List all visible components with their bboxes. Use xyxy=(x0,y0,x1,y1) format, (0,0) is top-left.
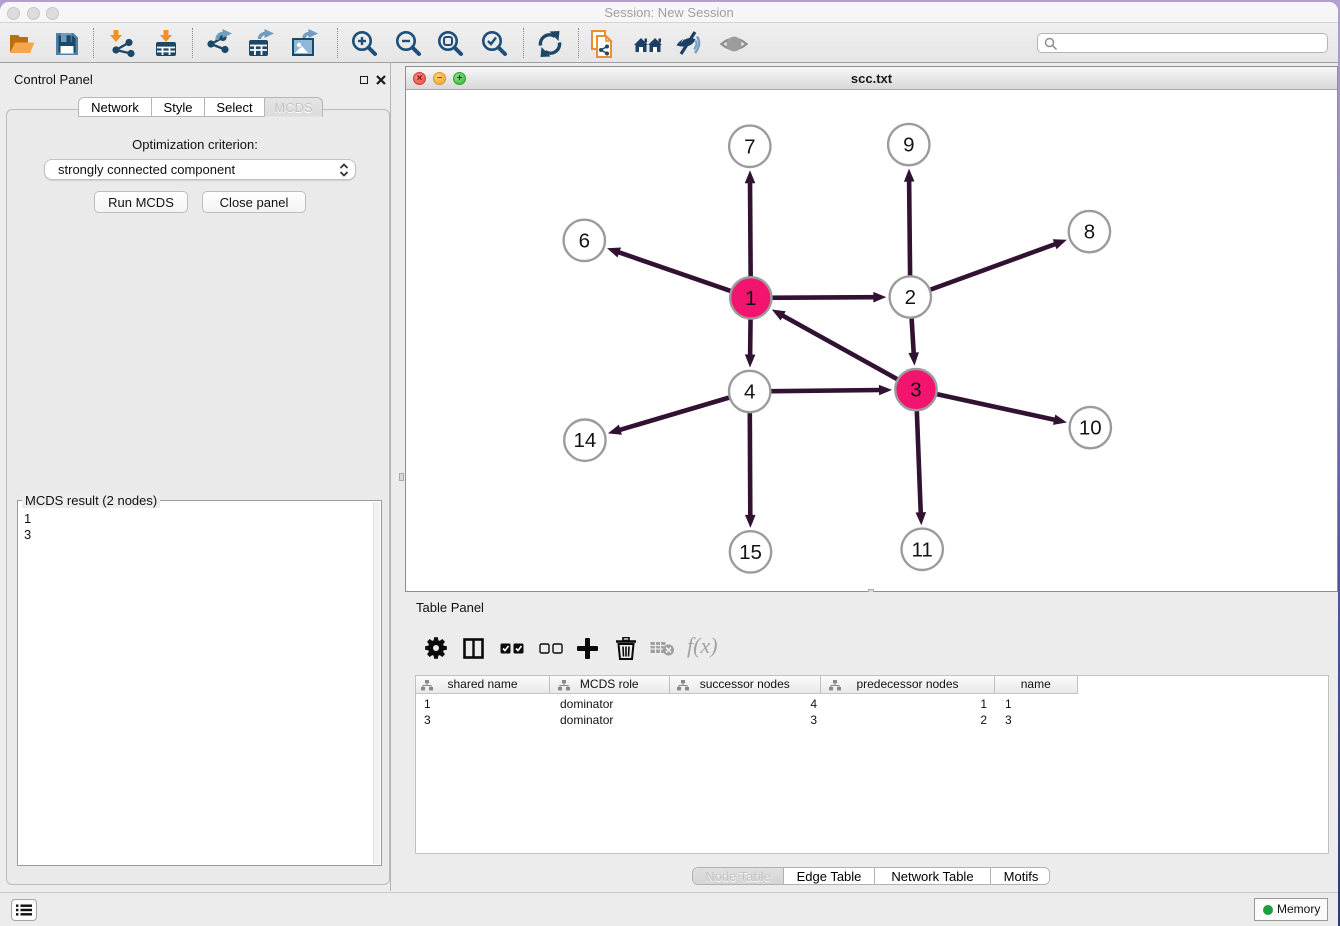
svg-text:11: 11 xyxy=(912,538,933,561)
svg-text:3: 3 xyxy=(910,379,921,402)
svg-text:2: 2 xyxy=(905,286,916,309)
svg-text:15: 15 xyxy=(739,541,762,564)
svg-text:6: 6 xyxy=(579,229,590,252)
svg-text:10: 10 xyxy=(1079,417,1102,440)
svg-text:8: 8 xyxy=(1084,221,1095,244)
svg-text:4: 4 xyxy=(744,381,755,404)
svg-text:9: 9 xyxy=(903,134,914,157)
svg-text:7: 7 xyxy=(744,135,755,158)
svg-text:14: 14 xyxy=(573,429,596,452)
svg-text:1: 1 xyxy=(745,287,756,310)
